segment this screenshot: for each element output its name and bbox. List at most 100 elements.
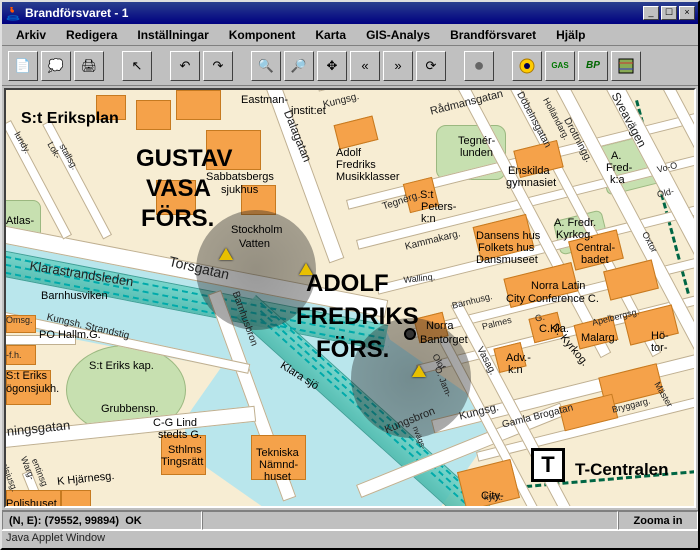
map-label: Peters- xyxy=(421,201,456,213)
menu-hjälp[interactable]: Hjälp xyxy=(546,26,595,44)
map-label: Sabbatsbergs xyxy=(206,171,274,183)
map-label: k:n xyxy=(508,364,523,376)
zoom-out-icon[interactable]: 🔎 xyxy=(284,51,314,81)
map-label: Polishuset xyxy=(6,498,57,508)
map-label: Hö- xyxy=(651,330,669,342)
status-coords: (N, E): (79552, 99894) OK xyxy=(2,511,202,530)
map-label: Tegnér- xyxy=(458,135,495,147)
forward-icon[interactable]: » xyxy=(383,51,413,81)
document-icon[interactable]: 📄 xyxy=(8,51,38,81)
menu-komponent[interactable]: Komponent xyxy=(219,26,306,44)
map-label: lunden xyxy=(460,147,493,159)
map-label: Nämnd- xyxy=(259,459,298,471)
map-label: Musikklasser xyxy=(336,171,400,183)
menu-redigera[interactable]: Redigera xyxy=(56,26,127,44)
road-label: Omsg. xyxy=(6,315,33,325)
road-label: kyrk. xyxy=(484,492,503,502)
map-label: Central- xyxy=(576,242,615,254)
map-label: City Conference C. xyxy=(506,293,599,305)
map-label: Bantorget xyxy=(420,334,468,346)
district-label: VASA xyxy=(146,175,211,203)
map-label: Dansens hus xyxy=(476,230,540,242)
zoom-in-icon[interactable]: 🔍 xyxy=(251,51,281,81)
map-label: Grubbensp. xyxy=(101,403,158,415)
menu-inställningar[interactable]: Inställningar xyxy=(127,26,218,44)
applet-bar: Java Applet Window xyxy=(2,530,698,548)
map-label: Tingsrätt xyxy=(161,456,203,468)
district-label: FREDRIKS xyxy=(296,303,419,331)
back-icon[interactable]: « xyxy=(350,51,380,81)
map-canvas: T GUSTAVVASAFÖRS.ADOLFFREDRIKSFÖRS.S:t E… xyxy=(6,90,694,506)
map-label: Eastman- xyxy=(241,94,288,106)
map-label: Norra Latin xyxy=(531,280,585,292)
toolbar: 📄💭🖨 ↖ ↶↷ 🔍🔎✥«»⟳ ● GASBP xyxy=(2,46,698,86)
map-label: S:t Eriks kap. xyxy=(89,360,154,372)
menu-brandförsvaret[interactable]: Brandförsvaret xyxy=(440,26,546,44)
map-label: S:t Eriks xyxy=(6,370,47,382)
map-label: Adolf xyxy=(336,147,361,159)
map-label: T-Centralen xyxy=(575,460,669,480)
map-label: Sthlms xyxy=(168,444,202,456)
map-label: Malarg. xyxy=(581,332,618,344)
map-label: Norra xyxy=(426,320,454,332)
map-label: Adv.- xyxy=(506,352,531,364)
close-button[interactable]: × xyxy=(679,6,695,20)
map-label: Fredriks xyxy=(336,159,376,171)
map-label: Enskilda xyxy=(508,165,550,177)
menu-bar: ArkivRedigeraInställningarKomponentKarta… xyxy=(2,24,698,46)
map-label: Dansmuseet xyxy=(476,254,538,266)
gas-icon[interactable]: GAS xyxy=(545,51,575,81)
layers-icon[interactable] xyxy=(611,51,641,81)
map-label: huset xyxy=(264,471,291,483)
map-label: Folkets hus xyxy=(478,242,534,254)
refresh-icon[interactable]: ⟳ xyxy=(416,51,446,81)
app-window: Brandförsvaret - 1 _ ☐ × ArkivRedigeraIn… xyxy=(0,0,700,550)
map-label: Vatten xyxy=(239,238,270,250)
status-mode: Zooma in xyxy=(618,511,698,530)
title-bar: Brandförsvaret - 1 _ ☐ × xyxy=(2,2,698,24)
map-label: badet xyxy=(581,254,609,266)
map-label: A. Fredr. xyxy=(554,217,596,229)
map-label: Atlas- xyxy=(6,215,34,227)
status-bar: (N, E): (79552, 99894) OK Zooma in xyxy=(2,510,698,530)
map-label: stedts G. xyxy=(158,429,202,441)
circle-icon[interactable]: ● xyxy=(464,51,494,81)
map-label: Barnhusviken xyxy=(41,290,108,302)
district-label: ADOLF xyxy=(306,270,389,298)
map-label: Kyrkog. xyxy=(556,229,593,241)
road-label: -f.h. xyxy=(6,350,22,360)
map-label: tor- xyxy=(651,342,668,354)
map-label: S:t xyxy=(420,189,433,201)
map-label: Stockholm xyxy=(231,224,282,236)
window-buttons: _ ☐ × xyxy=(643,6,695,20)
warning-marker-icon[interactable] xyxy=(219,248,233,260)
info-icon[interactable]: 💭 xyxy=(41,51,71,81)
t-station-icon: T xyxy=(531,448,565,482)
window-title: Brandförsvaret - 1 xyxy=(25,6,643,20)
maximize-button[interactable]: ☐ xyxy=(661,6,677,20)
menu-karta[interactable]: Karta xyxy=(305,26,356,44)
menu-gis-analys[interactable]: GIS-Analys xyxy=(356,26,440,44)
map-label: S:t Eriksplan xyxy=(21,110,119,128)
map-label: k:a xyxy=(610,174,625,186)
map-label: A. xyxy=(611,150,621,162)
map-viewport[interactable]: T GUSTAVVASAFÖRS.ADOLFFREDRIKSFÖRS.S:t E… xyxy=(4,88,696,508)
redo-icon[interactable]: ↷ xyxy=(203,51,233,81)
map-label: gymnasiet xyxy=(506,177,556,189)
pan-icon[interactable]: ✥ xyxy=(317,51,347,81)
district-label: FÖRS. xyxy=(141,205,214,233)
district-label: GUSTAV xyxy=(136,145,232,173)
undo-icon[interactable]: ↶ xyxy=(170,51,200,81)
warning-marker-icon[interactable] xyxy=(412,365,426,377)
bp-icon[interactable]: BP xyxy=(578,51,608,81)
java-icon xyxy=(5,5,21,21)
map-label: sjukhus xyxy=(221,184,258,196)
map-label: Tekniska xyxy=(256,447,299,459)
status-spacer xyxy=(202,511,618,530)
badge-icon[interactable] xyxy=(512,51,542,81)
menu-arkiv[interactable]: Arkiv xyxy=(6,26,56,44)
map-label: C-G Lind xyxy=(153,417,197,429)
print-icon[interactable]: 🖨 xyxy=(74,51,104,81)
pointer-icon[interactable]: ↖ xyxy=(122,51,152,81)
minimize-button[interactable]: _ xyxy=(643,6,659,20)
